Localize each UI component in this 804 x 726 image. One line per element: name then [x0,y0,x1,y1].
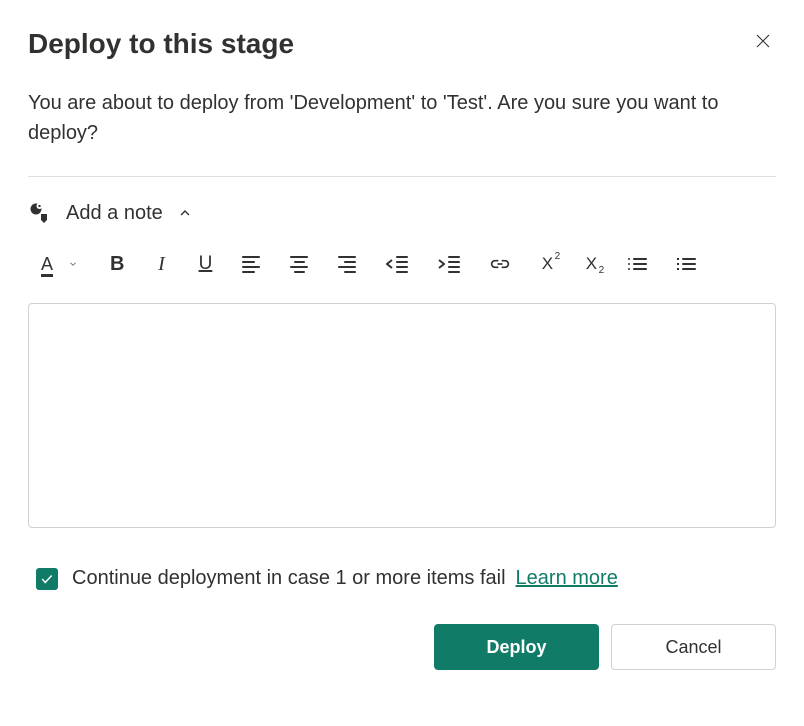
align-center-button[interactable] [286,253,312,275]
note-textarea[interactable] [28,303,776,528]
add-note-toggle[interactable]: Add a note [28,201,776,225]
underline-icon: U [199,253,213,275]
continue-on-fail-checkbox[interactable] [36,568,58,590]
outdent-icon [386,256,408,273]
chevron-up-icon [177,205,193,221]
underline-button[interactable]: U [194,253,216,275]
bold-button[interactable]: B [106,253,128,275]
bold-icon: B [110,253,124,276]
divider [28,176,776,177]
align-right-icon [338,256,356,273]
dialog-description: You are about to deploy from 'Developmen… [28,88,776,148]
link-icon [490,258,510,270]
check-icon [40,572,54,586]
learn-more-link[interactable]: Learn more [516,567,618,590]
indent-button[interactable] [434,253,464,275]
italic-button[interactable]: I [150,253,172,275]
subscript-button[interactable]: X2 [580,253,602,275]
superscript-icon: X2 [542,254,553,274]
outdent-button[interactable] [382,253,412,275]
font-color-icon: A [41,254,53,275]
bullet-list-button[interactable] [624,253,651,275]
deploy-button[interactable]: Deploy [434,624,599,670]
superscript-button[interactable]: X2 [536,253,558,275]
bullet-list-icon [628,258,647,270]
align-left-button[interactable] [238,253,264,275]
note-icon [28,201,52,225]
close-button[interactable] [750,28,776,54]
font-color-button[interactable]: A [36,253,58,275]
numbered-list-icon [677,258,696,270]
align-right-button[interactable] [334,253,360,275]
chevron-down-icon [68,259,78,269]
indent-icon [438,256,460,273]
continue-on-fail-label: Continue deployment in case 1 or more it… [72,567,506,590]
font-color-dropdown[interactable] [62,253,84,275]
dialog-title: Deploy to this stage [28,28,294,60]
editor-toolbar: A B I U [28,253,776,275]
cancel-button[interactable]: Cancel [611,624,776,670]
link-button[interactable] [486,253,514,275]
add-note-label: Add a note [66,202,163,225]
align-center-icon [290,256,308,273]
italic-icon: I [158,253,165,276]
close-icon [754,32,772,50]
numbered-list-button[interactable] [673,253,700,275]
align-left-icon [242,256,260,273]
subscript-icon: X2 [586,254,597,274]
